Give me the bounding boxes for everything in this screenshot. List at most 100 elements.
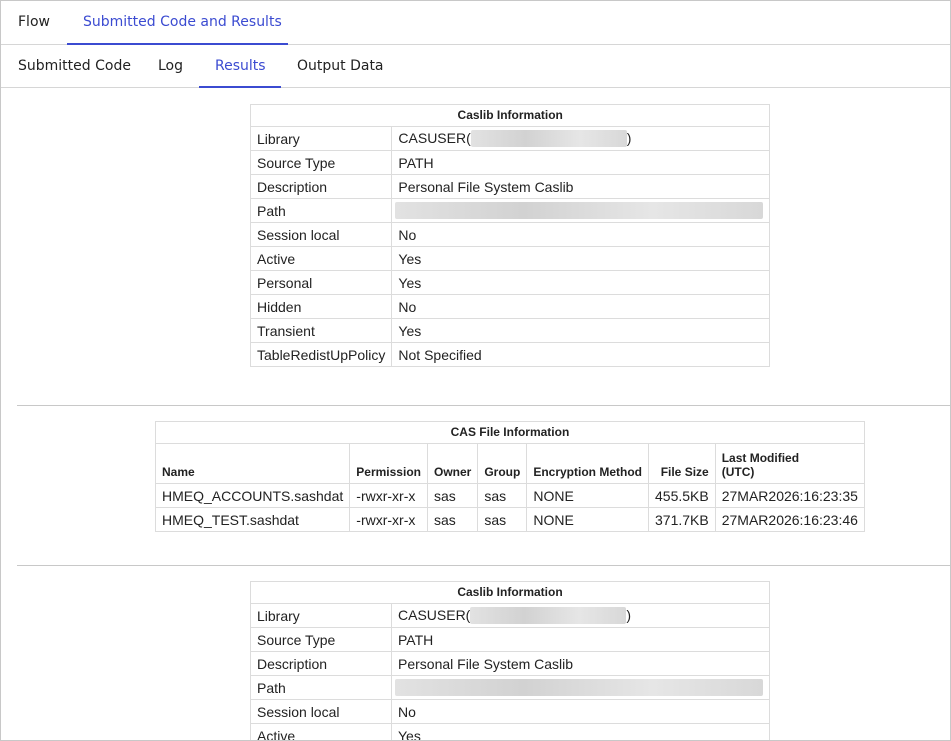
row-key: TableRedistUpPolicy — [249, 342, 393, 367]
column-header-owner: Owner — [426, 443, 479, 484]
table-header-row: Name Permission Owner Group Encryption M… — [154, 443, 865, 484]
tab-results-label: Results — [215, 58, 266, 74]
path-value — [391, 675, 770, 700]
file-size: 455.5KB — [648, 483, 716, 508]
table-row: Hidden No — [249, 294, 771, 319]
tab-submitted-code-label: Submitted Code — [18, 58, 131, 74]
tab-submitted-code[interactable]: Submitted Code — [18, 45, 131, 87]
library-value: CASUSER() — [391, 126, 771, 151]
row-value: Personal File System Caslib — [391, 174, 771, 199]
file-group: sas — [477, 483, 528, 508]
cas-file-information-table: CAS File Information Name Permission Own… — [154, 421, 865, 532]
row-key: Source Type — [249, 150, 393, 175]
table-row: Active Yes — [250, 723, 770, 740]
table-row: Source Type PATH — [250, 627, 770, 652]
row-key: Path — [250, 675, 392, 700]
column-header-permission: Permission — [349, 443, 428, 484]
row-key: Personal — [249, 270, 393, 295]
row-key: Library — [250, 603, 392, 628]
file-group: sas — [477, 507, 528, 532]
library-suffix: ) — [626, 606, 632, 623]
tab-output-data[interactable]: Output Data — [297, 45, 384, 87]
caslib-information-title: Caslib Information — [250, 104, 771, 126]
file-size: 371.7KB — [648, 507, 716, 532]
tab-submitted-code-and-results-label: Submitted Code and Results — [83, 14, 282, 30]
tab-submitted-code-and-results[interactable]: Submitted Code and Results — [67, 1, 288, 45]
tab-results[interactable]: Results — [199, 45, 281, 88]
table-row: TableRedistUpPolicy Not Specified — [249, 342, 771, 367]
table-row: HMEQ_ACCOUNTS.sashdat -rwxr-xr-x sas sas… — [154, 483, 865, 508]
row-key: Library — [249, 126, 393, 151]
caslib-information-table: Caslib Information Library CASUSER() Sou… — [250, 581, 770, 740]
last-modified-line: Last Modified — [721, 451, 800, 465]
row-value: Personal File System Caslib — [391, 651, 770, 676]
tab-flow-label: Flow — [18, 14, 50, 30]
row-value: Yes — [391, 723, 770, 740]
sub-tab-bar: Submitted Code Log Results Output Data — [1, 45, 950, 88]
library-prefix: CASUSER( — [398, 606, 471, 623]
table-row: Transient Yes — [249, 318, 771, 343]
file-encryption: NONE — [526, 483, 649, 508]
row-value: No — [391, 222, 771, 247]
row-key: Session local — [250, 699, 392, 724]
results-content[interactable]: Caslib Information Library CASUSER() Sou… — [1, 88, 950, 740]
utc-line: (UTC) — [721, 465, 755, 479]
caslib-information-table: Caslib Information Library CASUSER() Sou… — [249, 104, 771, 367]
file-name: HMEQ_TEST.sashdat — [154, 507, 351, 532]
row-value: PATH — [391, 627, 770, 652]
table-row: HMEQ_TEST.sashdat -rwxr-xr-x sas sas NON… — [154, 507, 865, 532]
path-value — [391, 198, 771, 223]
row-value: Yes — [391, 318, 771, 343]
library-value: CASUSER() — [391, 603, 770, 628]
table-row: Description Personal File System Caslib — [249, 174, 771, 199]
table-row: Library CASUSER() — [250, 603, 770, 628]
table-row: Personal Yes — [249, 270, 771, 295]
row-key: Transient — [249, 318, 393, 343]
file-name: HMEQ_ACCOUNTS.sashdat — [154, 483, 351, 508]
library-prefix: CASUSER( — [398, 129, 471, 146]
table-row: Path — [250, 675, 770, 700]
tab-output-data-label: Output Data — [297, 58, 384, 74]
file-last-modified: 27MAR2026:16:23:46 — [714, 507, 865, 532]
column-header-encryption-method: Encryption Method — [526, 443, 649, 484]
row-value: No — [391, 699, 770, 724]
redacted-username — [470, 130, 627, 148]
tab-log[interactable]: Log — [158, 45, 183, 87]
section-divider — [17, 405, 950, 406]
redacted-path — [395, 679, 763, 697]
file-owner: sas — [426, 483, 479, 508]
row-key: Active — [249, 246, 393, 271]
file-owner: sas — [426, 507, 479, 532]
row-key: Description — [249, 174, 393, 199]
column-header-group: Group — [477, 443, 528, 484]
cas-file-information-title: CAS File Information — [155, 421, 865, 443]
table-row: Path — [249, 198, 771, 223]
redacted-username — [470, 607, 627, 625]
redacted-path — [395, 202, 764, 220]
top-tab-bar: Flow Submitted Code and Results — [1, 1, 950, 45]
row-key: Path — [249, 198, 393, 223]
row-value: Yes — [391, 246, 771, 271]
column-header-name: Name — [154, 443, 351, 484]
row-key: Active — [250, 723, 392, 740]
tab-flow[interactable]: Flow — [18, 1, 50, 44]
tab-log-label: Log — [158, 58, 184, 74]
row-value: No — [391, 294, 771, 319]
section-divider — [17, 565, 950, 566]
table-row: Session local No — [249, 222, 771, 247]
column-header-file-size: File Size — [648, 443, 716, 484]
file-last-modified: 27MAR2026:16:23:35 — [714, 483, 865, 508]
results-window: Flow Submitted Code and Results Submitte… — [0, 0, 951, 741]
table-row: Description Personal File System Caslib — [250, 651, 770, 676]
column-header-last-modified: Last Modified (UTC) — [714, 443, 865, 484]
library-suffix: ) — [626, 129, 632, 146]
row-key: Hidden — [249, 294, 393, 319]
table-row: Source Type PATH — [249, 150, 771, 175]
row-value: PATH — [391, 150, 771, 175]
row-key: Session local — [249, 222, 393, 247]
row-value: Yes — [391, 270, 771, 295]
table-row: Active Yes — [249, 246, 771, 271]
row-key: Source Type — [250, 627, 392, 652]
row-key: Description — [250, 651, 392, 676]
file-permission: -rwxr-xr-x — [349, 483, 428, 508]
